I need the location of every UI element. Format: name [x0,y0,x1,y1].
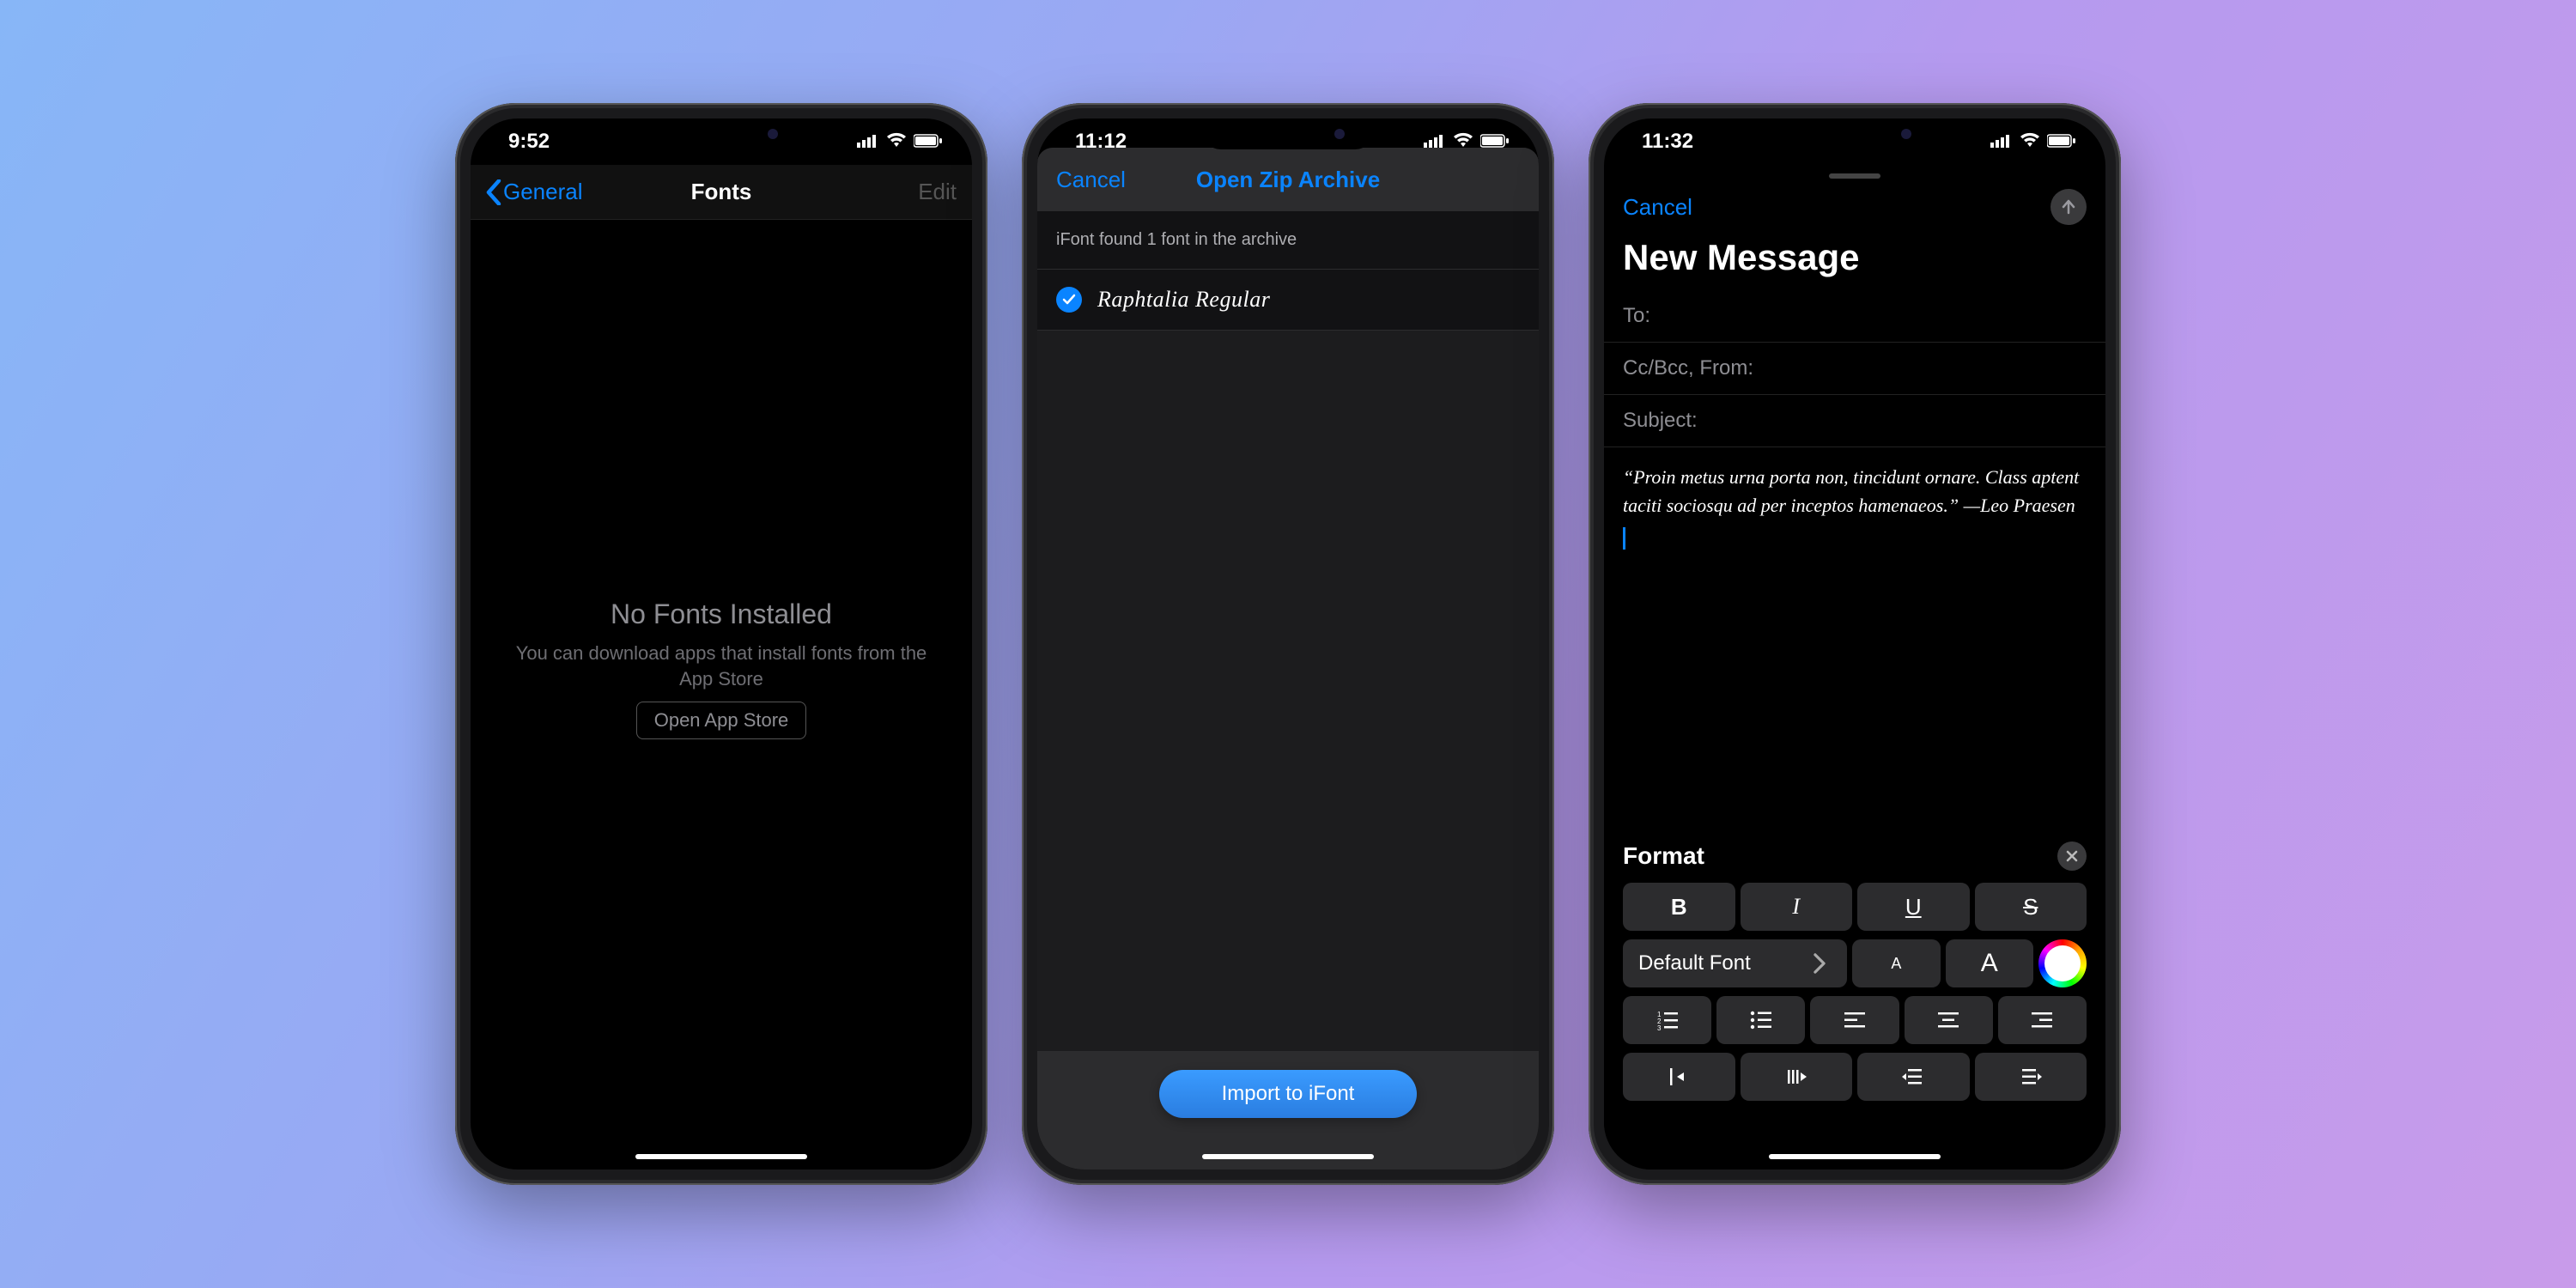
font-picker-label: Default Font [1638,951,1751,975]
empty-subtitle: You can download apps that install fonts… [505,641,938,691]
sheet-grabber[interactable] [1829,173,1880,179]
font-picker-button[interactable]: Default Font [1623,939,1847,987]
notch [1769,118,1941,149]
chevron-right-icon [1807,951,1832,975]
svg-text:3: 3 [1657,1024,1662,1032]
bullet-list-button[interactable] [1716,996,1805,1044]
format-title: Format [1623,842,1704,870]
empty-state: No Fonts Installed You can download apps… [471,168,972,1170]
indent-icon [1784,1065,1808,1089]
home-indicator[interactable] [1769,1154,1941,1159]
home-indicator[interactable] [635,1154,807,1159]
wifi-icon [1453,130,1473,154]
decrease-quote-button[interactable] [1857,1053,1970,1101]
wifi-icon [886,130,907,154]
align-left-icon [1843,1008,1867,1032]
align-center-button[interactable] [1905,996,1993,1044]
signal-icon [1424,130,1446,154]
phone-settings-fonts: 9:52 General Fonts Edit No Fonts Install… [455,103,987,1185]
open-app-store-button[interactable]: Open App Store [636,702,807,739]
sheet-title: Open Zip Archive [1196,167,1380,193]
message-body[interactable]: “Proin metus urna porta non, tincidunt o… [1604,447,2105,565]
compose-sheet: Cancel [1604,165,2105,228]
close-icon [2065,849,2079,863]
align-center-icon [1936,1008,1960,1032]
to-field[interactable]: To: [1604,290,2105,343]
cc-bcc-from-field[interactable]: Cc/Bcc, From: [1604,343,2105,395]
decrease-quote-icon [1901,1065,1925,1089]
page-title: Fonts [691,179,752,205]
increase-quote-icon [2019,1065,2043,1089]
empty-title: No Fonts Installed [611,598,832,630]
outdent-icon [1667,1065,1691,1089]
numbered-list-icon: 123 [1656,1008,1680,1032]
send-button[interactable] [2050,189,2087,225]
decrease-text-size-button[interactable]: A [1852,939,1940,987]
battery-icon [1480,130,1510,154]
wifi-icon [2020,130,2040,154]
signal-icon [1990,130,2013,154]
italic-button[interactable]: I [1741,883,1853,931]
text-cursor [1623,527,1625,550]
close-format-button[interactable] [2057,841,2087,871]
status-time: 9:52 [508,130,550,154]
battery-icon [2047,130,2076,154]
signal-icon [857,130,879,154]
compose-title: New Message [1604,228,2105,290]
notch [1202,118,1374,149]
strikethrough-button[interactable]: S [1975,883,2087,931]
open-zip-sheet: Cancel Open Zip Archive iFont found 1 fo… [1037,148,1539,1170]
underline-button[interactable]: U [1857,883,1970,931]
font-name-label: Raphtalia Regular [1097,287,1270,313]
indent-button[interactable] [1741,1053,1853,1101]
checkmark-icon[interactable] [1056,287,1082,313]
align-left-button[interactable] [1810,996,1899,1044]
bullet-list-icon [1749,1008,1773,1032]
increase-quote-button[interactable] [1975,1053,2087,1101]
bold-button[interactable]: B [1623,883,1735,931]
cancel-button[interactable]: Cancel [1056,167,1126,193]
arrow-up-icon [2059,197,2078,216]
format-panel: Format B I U S Default Font A A [1604,831,2105,1170]
import-button[interactable]: Import to iFont [1159,1070,1417,1118]
home-indicator[interactable] [1202,1154,1374,1159]
archive-info: iFont found 1 font in the archive [1037,211,1539,270]
notch [635,118,807,149]
outdent-button[interactable] [1623,1053,1735,1101]
status-time: 11:32 [1642,130,1693,154]
numbered-list-button[interactable]: 123 [1623,996,1711,1044]
battery-icon [914,130,943,154]
subject-field[interactable]: Subject: [1604,395,2105,447]
font-list-item[interactable]: Raphtalia Regular [1037,270,1539,331]
align-right-icon [2030,1008,2054,1032]
align-right-button[interactable] [1998,996,2087,1044]
body-text: “Proin metus urna porta non, tincidunt o… [1623,466,2079,516]
phone-ifont-import: 11:12 Cancel Open Zip Archive iFont foun… [1022,103,1554,1185]
sheet-footer: Import to iFont [1037,1051,1539,1170]
status-time: 11:12 [1075,130,1127,154]
text-color-button[interactable] [2038,939,2087,987]
phone-mail-compose: 11:32 Cancel New Message To: Cc/Bcc, Fro… [1589,103,2121,1185]
cancel-button[interactable]: Cancel [1623,194,1692,221]
increase-text-size-button[interactable]: A [1946,939,2033,987]
